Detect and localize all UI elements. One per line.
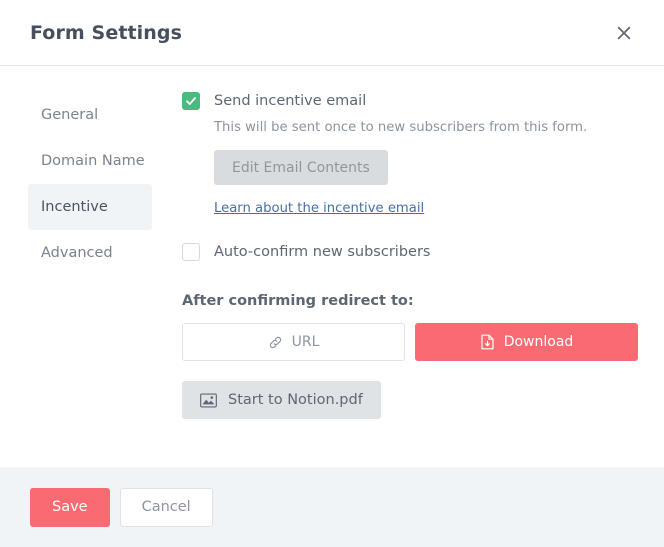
send-incentive-email-label: Send incentive email	[214, 93, 367, 109]
modal-footer: Save Cancel	[0, 467, 664, 547]
attached-file-label: Start to Notion.pdf	[228, 392, 363, 408]
sidebar-item-label: Advanced	[41, 245, 113, 261]
form-settings-modal: Form Settings General Domain Name Incent…	[0, 0, 664, 547]
image-icon	[200, 393, 217, 408]
attached-file-button[interactable]: Start to Notion.pdf	[182, 381, 381, 419]
redirect-type-toggle-group: URL Download	[182, 323, 638, 361]
close-icon	[617, 26, 631, 40]
redirect-download-button[interactable]: Download	[415, 323, 638, 361]
modal-body: General Domain Name Incentive Advanced S…	[0, 66, 664, 467]
send-incentive-email-checkbox[interactable]	[182, 92, 200, 110]
redirect-heading: After confirming redirect to:	[182, 293, 414, 309]
sidebar-item-label: Incentive	[41, 199, 108, 215]
sidebar-item-incentive[interactable]: Incentive	[28, 184, 152, 230]
sidebar-item-label: Domain Name	[41, 153, 145, 169]
sidebar-item-general[interactable]: General	[28, 92, 152, 138]
auto-confirm-label: Auto-confirm new subscribers	[214, 244, 431, 260]
sidebar-item-advanced[interactable]: Advanced	[28, 230, 152, 276]
sidebar-item-domain-name[interactable]: Domain Name	[28, 138, 152, 184]
auto-confirm-row: Auto-confirm new subscribers	[182, 243, 638, 261]
sidebar-item-label: General	[41, 107, 99, 123]
auto-confirm-checkbox[interactable]	[182, 243, 200, 261]
close-button[interactable]	[610, 19, 638, 47]
incentive-email-help-text: This will be sent once to new subscriber…	[214, 120, 588, 135]
settings-sidebar: General Domain Name Incentive Advanced	[0, 92, 152, 467]
redirect-url-button[interactable]: URL	[182, 323, 405, 361]
modal-header: Form Settings	[0, 0, 664, 66]
settings-content: Send incentive email This will be sent o…	[152, 92, 664, 467]
page-title: Form Settings	[30, 21, 183, 44]
redirect-url-label: URL	[291, 334, 320, 350]
learn-incentive-email-link[interactable]: Learn about the incentive email	[214, 201, 424, 216]
edit-email-contents-button[interactable]: Edit Email Contents	[214, 150, 388, 185]
save-button[interactable]: Save	[30, 487, 110, 527]
checkmark-icon	[185, 95, 197, 107]
redirect-download-label: Download	[503, 334, 574, 350]
send-incentive-email-row: Send incentive email	[182, 92, 638, 110]
cancel-button[interactable]: Cancel	[119, 487, 213, 527]
file-download-icon	[480, 334, 495, 350]
link-icon	[268, 335, 283, 350]
